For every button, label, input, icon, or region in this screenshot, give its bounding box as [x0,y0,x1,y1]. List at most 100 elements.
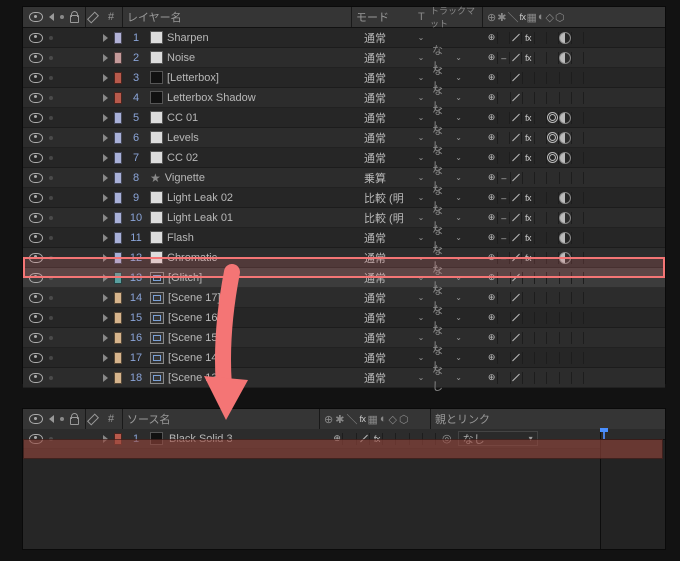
chevron-down-icon[interactable]: ⌄ [418,313,425,322]
quality-toggle[interactable] [510,52,522,64]
collapse-toggle[interactable]: – [498,212,510,224]
3d-toggle[interactable] [572,332,584,344]
fx-toggle[interactable] [523,272,535,284]
collapse-toggle[interactable] [498,352,510,364]
shy-toggle[interactable]: ⊕ [486,352,498,364]
col-parent-link[interactable]: 親とリンク [431,409,571,429]
frame-blend-toggle[interactable] [535,352,547,364]
blend-mode[interactable]: 通常 [364,50,386,66]
frame-blend-toggle[interactable] [535,292,547,304]
solo-toggle[interactable] [49,156,53,160]
label-chip[interactable] [114,232,122,244]
twirl-icon[interactable] [103,34,108,42]
layer-name[interactable]: Levels [167,132,199,144]
collapse-toggle[interactable]: – [498,232,510,244]
blend-mode[interactable]: 通常 [364,70,386,86]
chevron-down-icon[interactable]: ⌄ [418,233,425,242]
fx-toggle[interactable]: fx [522,52,534,64]
twirl-icon[interactable] [103,94,108,102]
col-layer-name[interactable]: レイヤー名 [123,7,351,27]
chevron-down-icon[interactable]: ⌄ [418,113,425,122]
collapse-toggle[interactable] [498,272,510,284]
blend-mode[interactable]: 乗算 [364,170,386,186]
chevron-down-icon[interactable]: ⌄ [455,113,462,122]
label-chip[interactable] [114,252,122,264]
collapse-toggle[interactable] [498,292,510,304]
solo-toggle[interactable] [49,376,53,380]
collapse-toggle[interactable] [498,72,510,84]
quality-toggle[interactable] [510,212,522,224]
adjustment-toggle[interactable] [560,92,572,104]
fx-toggle[interactable] [523,352,535,364]
chevron-down-icon[interactable]: ⌄ [455,73,462,82]
shy-toggle[interactable]: ⊕ [486,312,498,324]
eye-toggle[interactable] [29,153,43,163]
adjustment-toggle[interactable] [559,152,572,164]
blend-mode[interactable]: 通常 [364,290,386,306]
layer-row[interactable]: 5CC 01通常⌄なし⌄⊕fx [23,108,665,128]
adjustment-toggle[interactable] [559,132,572,144]
layer-name[interactable]: CC 01 [167,112,198,124]
eye-toggle[interactable] [29,213,43,223]
3d-toggle[interactable] [572,192,584,204]
label-chip[interactable] [114,32,122,44]
layer-row[interactable]: 17[Scene 14]通常⌄なし⌄⊕ [23,348,665,368]
label-chip[interactable] [114,52,122,64]
layer-row[interactable]: 9Light Leak 02比較 (明⌄なし⌄⊕–fx [23,188,665,208]
quality-toggle[interactable] [510,192,522,204]
label-chip[interactable] [114,192,122,204]
layer-name[interactable]: Light Leak 01 [167,212,233,224]
layer-name[interactable]: Letterbox Shadow [167,92,256,104]
eye-toggle[interactable] [29,53,43,63]
layer-name[interactable]: [Scene 16] [168,312,221,324]
chevron-down-icon[interactable]: ⌄ [455,213,462,222]
layer-row[interactable]: 8★Vignette乗算⌄なし⌄⊕– [23,168,665,188]
motion-blur-toggle[interactable] [547,92,559,104]
motion-blur-toggle[interactable] [547,52,559,64]
solo-toggle[interactable] [49,336,53,340]
motion-blur-toggle[interactable] [547,372,559,384]
label-chip[interactable] [114,132,122,144]
motion-blur-toggle[interactable] [547,212,559,224]
collapse-toggle[interactable] [498,372,510,384]
blend-mode[interactable]: 比較 (明 [364,210,404,226]
blend-mode[interactable]: 通常 [364,230,386,246]
layer-name[interactable]: [Scene 14] [168,352,221,364]
frame-blend-toggle[interactable] [535,332,547,344]
fx-toggle[interactable]: fx [522,252,534,264]
twirl-icon[interactable] [103,174,108,182]
layer-name[interactable]: [Glitch] [168,272,202,284]
adjustment-toggle[interactable] [559,192,572,204]
shy-toggle[interactable]: ⊕ [486,112,498,124]
fx-toggle[interactable]: fx [522,212,534,224]
twirl-icon[interactable] [103,194,108,202]
chevron-down-icon[interactable]: ⌄ [418,33,425,42]
adjustment-toggle[interactable] [559,112,572,124]
eye-toggle[interactable] [29,133,43,143]
chevron-down-icon[interactable]: ⌄ [455,233,462,242]
twirl-icon[interactable] [103,54,108,62]
solo-toggle[interactable] [49,116,53,120]
layer-name[interactable]: [Scene 15] [168,332,221,344]
chevron-down-icon[interactable]: ⌄ [455,133,462,142]
solo-toggle[interactable] [49,176,53,180]
quality-toggle[interactable] [510,252,522,264]
playhead[interactable] [603,429,605,439]
chevron-down-icon[interactable]: ⌄ [418,93,425,102]
blend-mode[interactable]: 通常 [364,150,386,166]
twirl-icon[interactable] [103,234,108,242]
quality-toggle[interactable] [511,172,523,184]
adjustment-toggle[interactable] [559,252,572,264]
collapse-toggle[interactable]: – [498,52,510,64]
solo-toggle[interactable] [49,196,53,200]
fx-toggle[interactable] [523,332,535,344]
label-chip[interactable] [114,272,122,284]
shy-toggle[interactable]: ⊕ [486,232,498,244]
eye-toggle[interactable] [29,73,43,83]
label-chip[interactable] [114,92,122,104]
adjustment-toggle[interactable] [560,292,572,304]
blend-mode[interactable]: 比較 (明 [364,190,404,206]
adjustment-toggle[interactable] [560,72,572,84]
collapse-toggle[interactable] [498,112,510,124]
shy-toggle[interactable]: ⊕ [486,372,498,384]
